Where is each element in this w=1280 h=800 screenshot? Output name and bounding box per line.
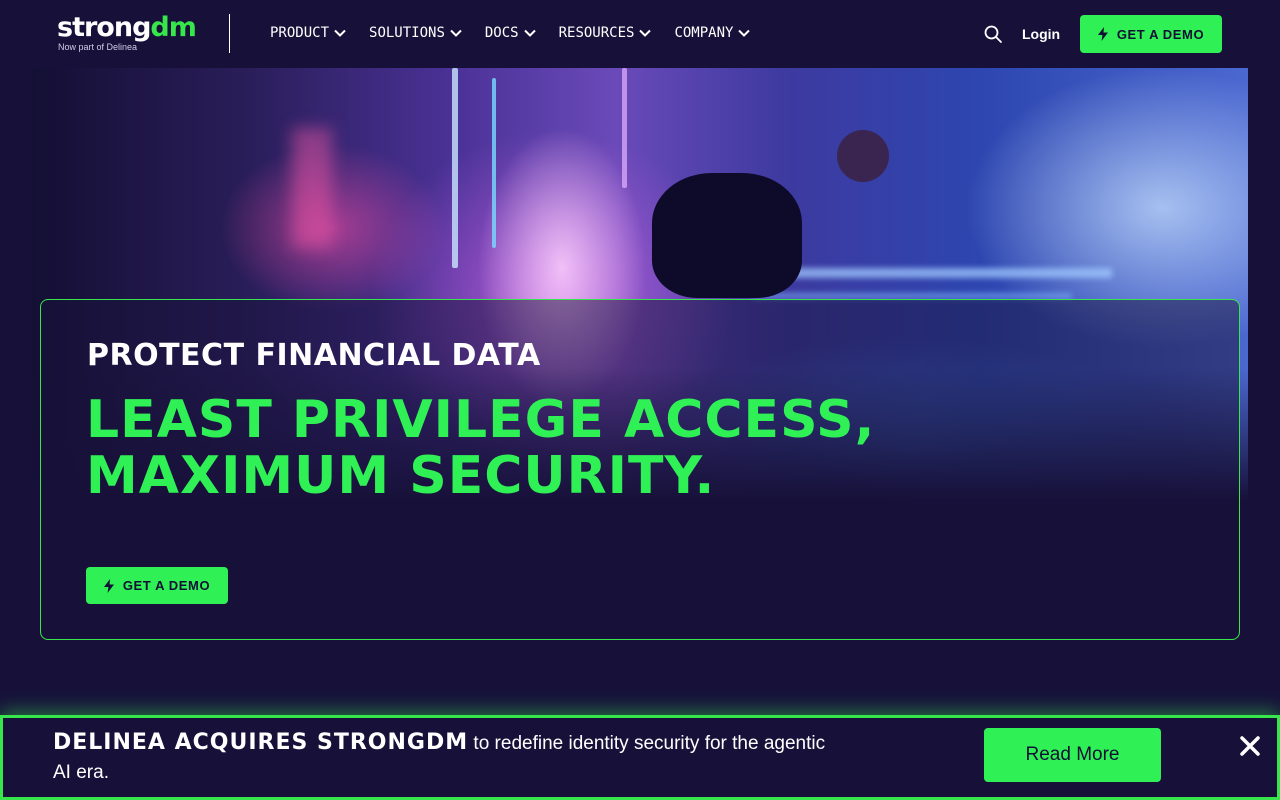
light-streak	[292, 128, 332, 248]
light-streak	[492, 78, 496, 248]
bolt-icon	[1097, 27, 1108, 41]
hero-headline: LEAST PRIVILEGE ACCESS, MAXIMUM SECURITY…	[86, 392, 875, 504]
hero-get-demo-label: GET A DEMO	[122, 578, 211, 593]
login-link[interactable]: Login	[1022, 24, 1060, 44]
close-icon[interactable]	[1238, 734, 1262, 758]
rider-silhouette	[652, 173, 802, 298]
nav-item-solutions[interactable]: SOLUTIONS	[369, 22, 462, 44]
read-more-button[interactable]: Read More	[984, 728, 1161, 782]
nav-item-label: DOCS	[484, 25, 519, 41]
nav-item-label: RESOURCES	[558, 25, 635, 41]
hero-card: PROTECT FINANCIAL DATA LEAST PRIVILEGE A…	[40, 299, 1240, 640]
bolt-icon	[103, 578, 114, 593]
chevron-down-icon	[334, 29, 346, 37]
hero-eyebrow: PROTECT FINANCIAL DATA	[87, 338, 541, 373]
banner-text: DELINEA ACQUIRES STRONGDM to redefine id…	[53, 728, 843, 787]
get-demo-button-label: GET A DEMO	[1116, 26, 1205, 42]
chevron-down-icon	[738, 29, 751, 37]
search-icon[interactable]	[983, 24, 1003, 44]
main-nav: PRODUCT SOLUTIONS DOCS RESOURCES COMPANY	[270, 22, 773, 44]
logo-wordmark-part1: strong	[57, 12, 151, 43]
nav-item-label: SOLUTIONS	[369, 25, 445, 41]
light-streak	[622, 68, 627, 188]
hero-headline-line1: LEAST PRIVILEGE ACCESS,	[86, 390, 876, 450]
strongdm-logo[interactable]: strongdm Now part of Delinea	[57, 12, 207, 56]
get-demo-button[interactable]: GET A DEMO	[1080, 15, 1222, 53]
hero-headline-line2: MAXIMUM SECURITY.	[86, 446, 716, 506]
chevron-down-icon	[450, 29, 462, 37]
floating-sphere	[837, 130, 889, 182]
logo-subtitle: Now part of Delinea	[58, 42, 138, 52]
chevron-down-icon	[523, 29, 536, 37]
nav-item-label: COMPANY	[674, 25, 734, 41]
announcement-banner: DELINEA ACQUIRES STRONGDM to redefine id…	[0, 715, 1280, 800]
nav-item-resources[interactable]: RESOURCES	[559, 22, 652, 44]
nav-item-company[interactable]: COMPANY	[674, 22, 751, 44]
nav-item-label: PRODUCT	[270, 25, 330, 41]
site-header: strongdm Now part of Delinea PRODUCT SOL…	[0, 0, 1280, 68]
chevron-down-icon	[639, 29, 652, 37]
header-divider	[229, 14, 230, 53]
logo-wordmark-part2: dm	[150, 12, 196, 43]
nav-item-docs[interactable]: DOCS	[485, 22, 536, 44]
hero-get-demo-button[interactable]: GET A DEMO	[86, 567, 228, 604]
logo-wordmark: strongdm	[57, 12, 197, 44]
banner-headline: DELINEA ACQUIRES STRONGDM	[53, 730, 469, 755]
nav-item-product[interactable]: PRODUCT	[270, 22, 346, 44]
light-streak	[452, 68, 458, 268]
